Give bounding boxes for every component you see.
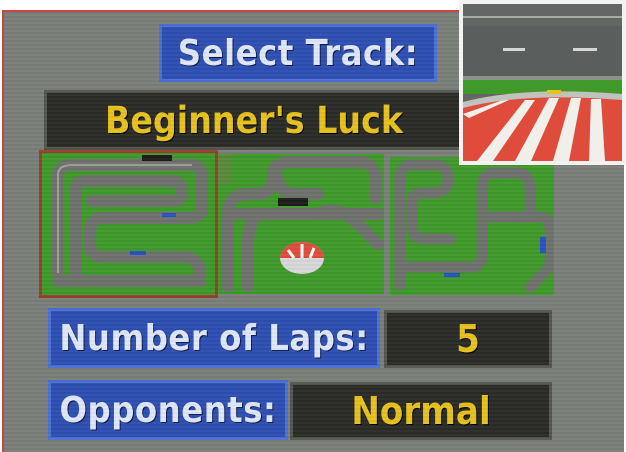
opponents-label: Opponents: [48, 380, 288, 440]
select-track-title: Select Track: [159, 24, 437, 82]
track-map-1 [42, 153, 215, 295]
track-preview-inset [459, 0, 626, 165]
track-name-display: Beginner's Luck [44, 90, 464, 150]
track-map-2 [218, 154, 384, 294]
laps-label: Number of Laps: [48, 308, 380, 368]
opponents-value[interactable]: Normal [290, 382, 552, 440]
track-thumbnail-2[interactable] [218, 154, 384, 294]
track-thumbnail-1[interactable] [39, 150, 218, 298]
track-thumbnail-3[interactable] [390, 157, 554, 295]
laps-value[interactable]: 5 [384, 310, 552, 368]
track-map-3 [390, 157, 554, 295]
track-closeup-image [463, 4, 622, 161]
